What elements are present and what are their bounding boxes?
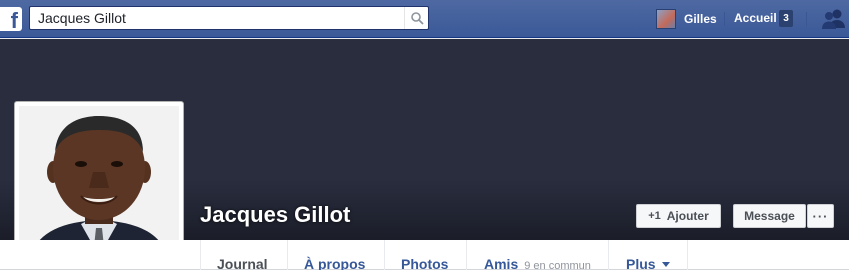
tab-label: Amis [484, 256, 519, 270]
tab-journal[interactable]: Journal [200, 240, 288, 270]
profile-name[interactable]: Jacques Gillot [200, 202, 350, 228]
tab-friends[interactable]: Amis 9 en commun [466, 240, 609, 270]
chevron-down-icon [661, 262, 670, 267]
add-friend-button[interactable]: +1 Ajouter [636, 204, 721, 228]
tab-label: À propos [304, 256, 366, 270]
tab-label: Journal [217, 256, 268, 270]
home-link[interactable]: Accueil [734, 11, 777, 25]
avatar [656, 9, 676, 29]
tab-label: Plus [626, 256, 656, 270]
tab-label: Photos [401, 256, 449, 270]
notification-badge: 3 [779, 10, 793, 27]
add-friend-label: Ajouter [666, 209, 709, 223]
mutual-friends-count: 9 en commun [524, 260, 591, 270]
message-button[interactable]: Message [733, 204, 806, 228]
message-label: Message [744, 209, 795, 223]
facebook-logo-icon[interactable]: f [0, 7, 22, 31]
divider [724, 12, 725, 26]
divider [806, 12, 807, 26]
user-name: Gilles [684, 12, 717, 26]
friend-requests-icon[interactable] [820, 8, 848, 30]
profile-tabs: Journal À propos Photos Amis 9 en commun … [0, 240, 849, 270]
tab-photos[interactable]: Photos [384, 240, 467, 270]
tab-about[interactable]: À propos [287, 240, 384, 270]
more-options-icon: ··· [812, 208, 829, 224]
tab-more[interactable]: Plus [608, 240, 688, 270]
search-input[interactable] [30, 7, 400, 29]
user-profile-link[interactable]: Gilles [656, 9, 717, 29]
add-friend-icon: +1 [648, 210, 661, 222]
more-options-button[interactable]: ··· [807, 204, 834, 228]
top-bar: f Gilles Accueil 3 [0, 0, 849, 38]
search-box [29, 6, 429, 30]
search-icon[interactable] [404, 7, 428, 29]
